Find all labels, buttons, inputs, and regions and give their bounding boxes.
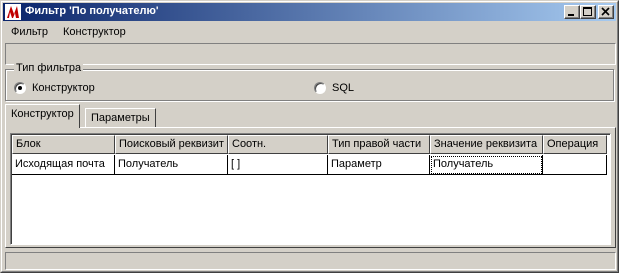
radio-constructor[interactable]: Конструктор — [14, 82, 95, 94]
cell-search-attr[interactable]: Получатель — [115, 155, 228, 175]
radio-sql-label: SQL — [332, 82, 355, 94]
close-icon — [601, 7, 610, 16]
minimize-icon — [568, 14, 574, 16]
column-header-search-attr[interactable]: Поисковый реквизит — [115, 135, 228, 154]
filter-window: Фильтр 'По получателю' Фильтр Конструкто… — [0, 0, 619, 273]
window-title: Фильтр 'По получателю' — [25, 5, 159, 17]
filter-type-legend: Тип фильтра — [14, 62, 84, 74]
menu-bar: Фильтр Конструктор — [5, 23, 616, 41]
tab-parameters[interactable]: Параметры — [85, 108, 156, 127]
status-bar — [5, 252, 616, 270]
column-header-right-type[interactable]: Тип правой части — [328, 135, 430, 154]
cell-attr-value[interactable]: Получатель — [430, 155, 543, 175]
column-header-attr-value[interactable]: Значение реквизита — [430, 135, 543, 154]
table-row[interactable]: Исходящая почта Получатель [ ] Параметр … — [12, 155, 607, 175]
maximize-icon — [583, 7, 592, 16]
title-bar[interactable]: Фильтр 'По получателю' — [3, 3, 616, 21]
menu-filter[interactable]: Фильтр — [11, 26, 48, 38]
filter-type-group: Тип фильтра Конструктор SQL — [5, 62, 614, 101]
radio-checked-icon — [14, 82, 26, 94]
radio-sql[interactable]: SQL — [314, 82, 354, 94]
cell-block[interactable]: Исходящая почта — [12, 155, 115, 175]
grid-header: Блок Поисковый реквизит Соотн. Тип право… — [12, 135, 607, 154]
radio-constructor-label: Конструктор — [32, 82, 95, 94]
toolbar — [5, 43, 616, 65]
column-header-operation[interactable]: Операция — [543, 135, 607, 154]
conditions-grid[interactable]: Блок Поисковый реквизит Соотн. Тип право… — [10, 133, 611, 245]
close-button[interactable] — [598, 5, 614, 19]
column-header-relation[interactable]: Соотн. — [228, 135, 328, 154]
app-logo-icon — [5, 4, 21, 20]
radio-unchecked-icon — [314, 82, 326, 94]
tab-panel-constructor: Блок Поисковый реквизит Соотн. Тип право… — [5, 127, 616, 248]
tab-strip: Конструктор Параметры — [5, 104, 616, 128]
cell-operation[interactable] — [543, 155, 607, 175]
menu-constructor[interactable]: Конструктор — [63, 26, 126, 38]
cell-relation[interactable]: [ ] — [228, 155, 328, 175]
cell-right-type[interactable]: Параметр — [328, 155, 430, 175]
column-header-block[interactable]: Блок — [12, 135, 115, 154]
minimize-button[interactable] — [564, 5, 580, 19]
maximize-button[interactable] — [580, 5, 596, 19]
tab-constructor[interactable]: Конструктор — [5, 104, 80, 128]
